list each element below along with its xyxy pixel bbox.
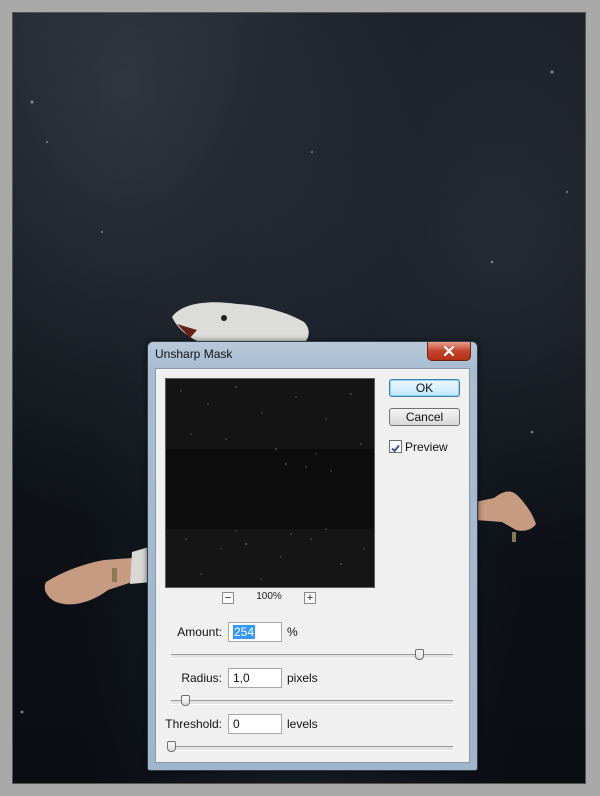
checkmark-icon	[391, 444, 400, 453]
radius-value: 1,0	[233, 671, 250, 685]
preview-label: Preview	[405, 440, 448, 454]
close-icon	[443, 346, 455, 356]
amount-slider[interactable]	[171, 654, 453, 659]
amount-slider-thumb[interactable]	[415, 649, 425, 660]
radius-unit: pixels	[287, 671, 318, 685]
threshold-value: 0	[233, 717, 240, 731]
radius-slider-thumb[interactable]	[181, 695, 191, 706]
threshold-slider-thumb[interactable]	[167, 741, 176, 752]
close-button[interactable]	[427, 342, 471, 361]
radius-slider[interactable]	[171, 700, 453, 705]
ok-button[interactable]: OK	[389, 379, 460, 397]
right-arm	[475, 491, 536, 531]
radius-label: Radius:	[181, 671, 222, 685]
radius-field[interactable]: 1,0	[228, 668, 282, 688]
filter-preview[interactable]	[165, 378, 375, 588]
zoom-level: 100%	[256, 591, 282, 602]
amount-unit: %	[287, 625, 298, 639]
dialog-title-bar[interactable]: Unsharp Mask	[148, 342, 477, 368]
amount-value: 254	[233, 625, 256, 639]
threshold-field[interactable]: 0	[228, 714, 282, 734]
amount-field[interactable]: 254	[228, 622, 282, 642]
threshold-label: Threshold:	[165, 717, 222, 731]
threshold-slider[interactable]	[171, 746, 453, 751]
zoom-controls: − 100% +	[165, 591, 373, 605]
unsharp-mask-dialog: Unsharp Mask − 100% + OK Cancel Preview …	[147, 341, 478, 771]
amount-label: Amount:	[177, 625, 222, 639]
zoom-in-button[interactable]: +	[304, 592, 316, 604]
photoshop-workspace: Unsharp Mask − 100% + OK Cancel Preview …	[0, 0, 600, 796]
threshold-unit: levels	[287, 717, 318, 731]
preview-checkbox[interactable]	[389, 440, 402, 453]
preview-noise	[166, 379, 374, 587]
zoom-out-button[interactable]: −	[222, 592, 234, 604]
cancel-button[interactable]: Cancel	[389, 408, 460, 426]
dialog-title: Unsharp Mask	[155, 347, 233, 361]
dialog-body: − 100% + OK Cancel Preview Amount: 254 %…	[155, 368, 470, 763]
